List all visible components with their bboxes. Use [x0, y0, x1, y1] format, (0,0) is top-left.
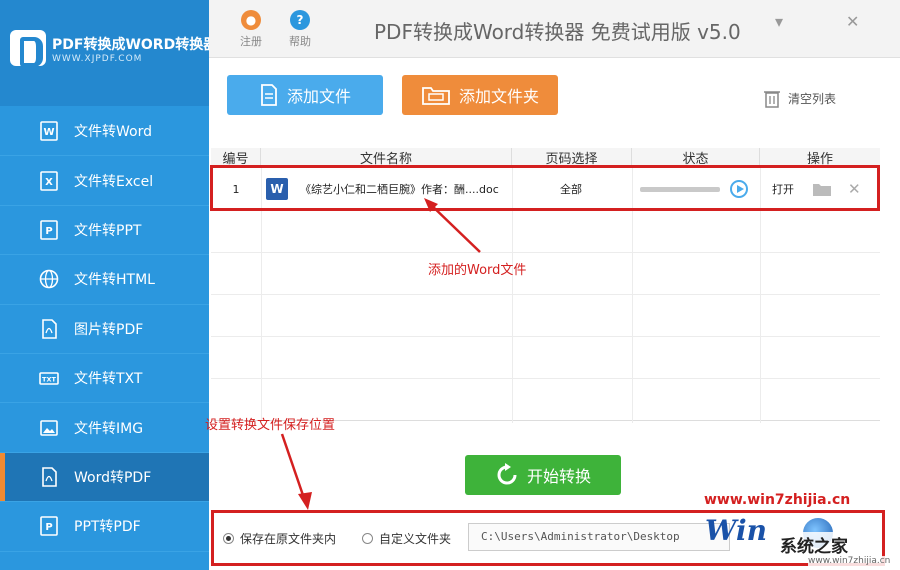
pdf-doc-icon	[38, 466, 60, 488]
globe-icon	[38, 268, 60, 290]
svg-text:TXT: TXT	[42, 376, 56, 384]
svg-text:P: P	[45, 226, 52, 237]
annotation-arrow	[280, 433, 312, 510]
sidebar-nav: W 文件转Word X 文件转Excel P 文件转PPT 文件转HTML 图片…	[0, 107, 209, 552]
annotation-save-location: 设置转换文件保存位置	[205, 418, 336, 433]
sidebar-item-image-to-pdf[interactable]: 图片转PDF	[0, 305, 209, 354]
add-folder-button[interactable]: 添加文件夹	[402, 75, 558, 115]
sidebar-item-label: 文件转Excel	[74, 173, 154, 190]
register-button[interactable]: ● 注册	[235, 10, 267, 49]
add-file-label: 添加文件	[286, 87, 351, 106]
sidebar-item-label: 文件转PPT	[74, 222, 142, 239]
clear-list-button[interactable]: 清空列表	[764, 88, 836, 108]
txt-doc-icon: TXT	[38, 367, 60, 389]
sidebar-item-label: 文件转IMG	[74, 420, 144, 437]
grid-line	[211, 252, 880, 253]
sidebar-item-file-to-ppt[interactable]: P 文件转PPT	[0, 206, 209, 256]
watermark-url-small: www.win7zhijia.cn	[808, 556, 891, 566]
svg-text:W: W	[43, 127, 54, 138]
sidebar: PDF转换成WORD转换器 WWW.XJPDF.COM W 文件转Word X …	[0, 0, 217, 570]
sidebar-item-ppt-to-pdf[interactable]: P PPT转PDF	[0, 502, 209, 552]
grid-line	[211, 378, 880, 379]
user-icon: ●	[241, 10, 261, 30]
help-button[interactable]: ? 帮助	[284, 10, 316, 49]
grid-line	[211, 294, 880, 295]
minimize-icon: ▾	[775, 12, 784, 31]
folder-icon	[422, 87, 450, 105]
logo-subtitle: WWW.XJPDF.COM	[52, 54, 143, 64]
file-icon	[261, 84, 277, 106]
annotation-added-word: 添加的Word文件	[428, 263, 527, 278]
sidebar-item-word-to-pdf[interactable]: Word转PDF	[0, 452, 209, 503]
clear-list-label: 清空列表	[788, 91, 837, 106]
minimize-button[interactable]: ▾	[775, 12, 783, 31]
grid-line	[211, 336, 880, 337]
sidebar-item-file-to-img[interactable]: 文件转IMG	[0, 403, 209, 453]
sidebar-item-label: 图片转PDF	[74, 321, 144, 338]
sidebar-item-file-to-html[interactable]: 文件转HTML	[0, 255, 209, 305]
svg-text:P: P	[45, 522, 52, 533]
pdf-doc-icon	[38, 318, 60, 340]
refresh-icon	[497, 463, 517, 485]
annotation-arrow	[424, 198, 481, 253]
app-logo-icon	[10, 30, 46, 67]
add-folder-label: 添加文件夹	[458, 87, 539, 106]
watermark-logo: Win 系统之家 www.win7zhijia.cn	[703, 510, 900, 568]
trash-icon	[764, 91, 780, 108]
excel-doc-icon: X	[38, 170, 60, 192]
watermark-site-name: 系统之家	[777, 532, 851, 557]
register-label: 注册	[240, 35, 262, 48]
start-convert-label: 开始转换	[526, 467, 591, 486]
watermark-url: www.win7zhijia.cn	[704, 492, 851, 508]
help-icon: ?	[290, 10, 310, 30]
ppt-doc-icon: P	[38, 219, 60, 241]
sidebar-item-label: Word转PDF	[74, 469, 152, 486]
help-label: 帮助	[289, 35, 311, 48]
close-window-button[interactable]: ✕	[846, 12, 859, 31]
close-icon: ✕	[846, 12, 860, 31]
sidebar-item-file-to-word[interactable]: W 文件转Word	[0, 107, 209, 157]
svg-text:X: X	[45, 177, 53, 188]
sidebar-item-label: 文件转Word	[74, 124, 152, 141]
start-convert-button[interactable]: 开始转换	[465, 455, 621, 495]
highlight-box	[210, 165, 880, 211]
app-title: PDF转换成Word转换器 免费试用版 v5.0	[374, 20, 741, 44]
sidebar-item-label: 文件转HTML	[74, 272, 155, 289]
sidebar-item-label: 文件转TXT	[74, 371, 143, 388]
sidebar-item-label: PPT转PDF	[74, 519, 141, 536]
sidebar-item-file-to-txt[interactable]: TXT 文件转TXT	[0, 354, 209, 404]
logo-title: PDF转换成WORD转换器	[52, 37, 218, 53]
add-file-button[interactable]: 添加文件	[227, 75, 383, 115]
title-bar: ● 注册 ? 帮助 PDF转换成Word转换器 免费试用版 v5.0 ▾ ✕	[209, 0, 900, 58]
image-icon	[38, 417, 60, 439]
logo-area: PDF转换成WORD转换器 WWW.XJPDF.COM	[0, 0, 217, 106]
word-doc-icon: W	[38, 120, 60, 142]
sidebar-item-file-to-excel[interactable]: X 文件转Excel	[0, 156, 209, 206]
ppt-pdf-icon: P	[38, 515, 60, 537]
watermark-win-text: Win	[705, 514, 767, 547]
